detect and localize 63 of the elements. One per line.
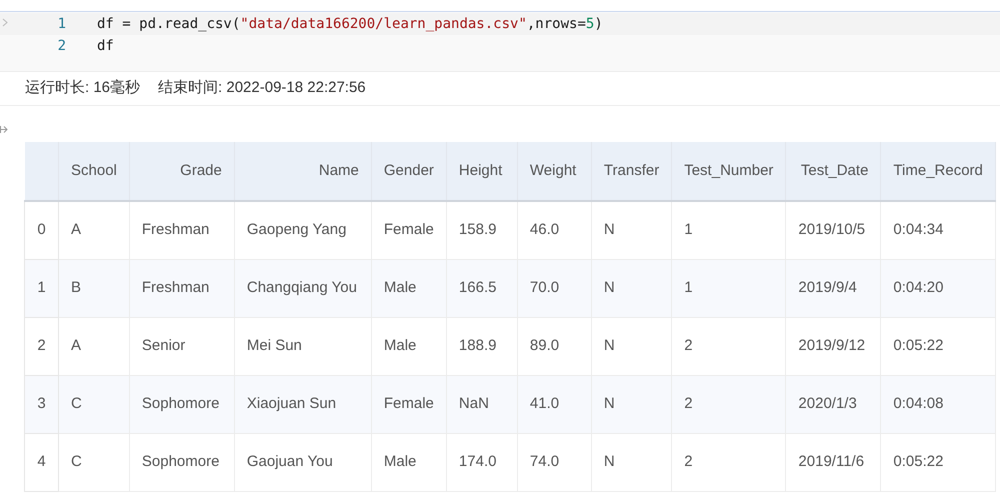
table-cell: N: [591, 259, 672, 317]
table-cell: C: [58, 433, 130, 491]
table-cell: 0:04:34: [880, 201, 996, 259]
table-cell: 2019/10/5: [786, 201, 881, 259]
table-cell: 0:04:20: [880, 259, 996, 317]
table-cell: Gaopeng Yang: [234, 201, 372, 259]
table-cell: N: [591, 201, 672, 259]
table-cell: 2019/9/12: [786, 317, 881, 375]
table-cell: Male: [371, 259, 446, 317]
table-cell: Female: [371, 201, 446, 259]
table-cell: Female: [371, 375, 446, 433]
table-cell: C: [58, 375, 130, 433]
table-cell: B: [58, 259, 130, 317]
table-cell: 174.0: [446, 433, 518, 491]
end-time: 结束时间: 2022-09-18 22:27:56: [158, 78, 366, 98]
table-cell: Senior: [129, 317, 234, 375]
table-cell: Male: [371, 433, 446, 491]
table-cell: 46.0: [517, 201, 592, 259]
chevron-right-icon[interactable]: [2, 18, 8, 27]
table-cell: 0:05:22: [880, 317, 996, 375]
table-cell: Sophomore: [129, 375, 234, 433]
code-line: df = pd.read_csv("data/data166200/learn_pandas.csv",nrows=5): [97, 14, 603, 34]
table-cell: NaN: [446, 375, 518, 433]
table-cell: Freshman: [129, 259, 234, 317]
table-cell: 89.0: [517, 317, 592, 375]
table-cell: N: [591, 433, 672, 491]
table-cell: N: [591, 317, 672, 375]
line-number: 1: [56, 14, 66, 34]
table-cell: 2020/1/3: [786, 375, 881, 433]
table-cell: N: [591, 375, 672, 433]
table-cell: 41.0: [517, 375, 592, 433]
table-cell: A: [58, 201, 130, 259]
table-cell: A: [58, 317, 130, 375]
row-index: 3: [24, 375, 58, 433]
table-cell: Gaojuan You: [234, 433, 372, 491]
code-line: df: [97, 36, 114, 56]
row-index: 2: [24, 317, 58, 375]
table-cell: 2: [672, 375, 786, 433]
row-index: 0: [24, 201, 58, 259]
table-cell: 2019/9/4: [786, 259, 881, 317]
run-duration: 运行时长: 16毫秒: [25, 78, 140, 98]
table-cell: 2019/11/6: [786, 433, 881, 491]
table-cell: Male: [371, 317, 446, 375]
table-cell: 158.9: [446, 201, 518, 259]
row-index: 4: [24, 433, 58, 491]
table-cell: 1: [672, 201, 786, 259]
table-cell: 166.5: [446, 259, 518, 317]
table-cell: 74.0: [517, 433, 592, 491]
table-cell: 2: [672, 317, 786, 375]
table-cell: 188.9: [446, 317, 518, 375]
table-cell: 1: [672, 259, 786, 317]
line-number: 2: [56, 36, 66, 56]
table-cell: Sophomore: [129, 433, 234, 491]
table-cell: 0:05:22: [880, 433, 996, 491]
table-cell: 2: [672, 433, 786, 491]
row-index: 1: [24, 259, 58, 317]
table-cell: 0:04:08: [880, 375, 996, 433]
table-cell: Mei Sun: [234, 317, 372, 375]
table-cell: 70.0: [517, 259, 592, 317]
table-cell: Xiaojuan Sun: [234, 375, 372, 433]
table-cell: Changqiang You: [234, 259, 372, 317]
table-cell: Freshman: [129, 201, 234, 259]
output-arrow-icon: [0, 124, 8, 135]
